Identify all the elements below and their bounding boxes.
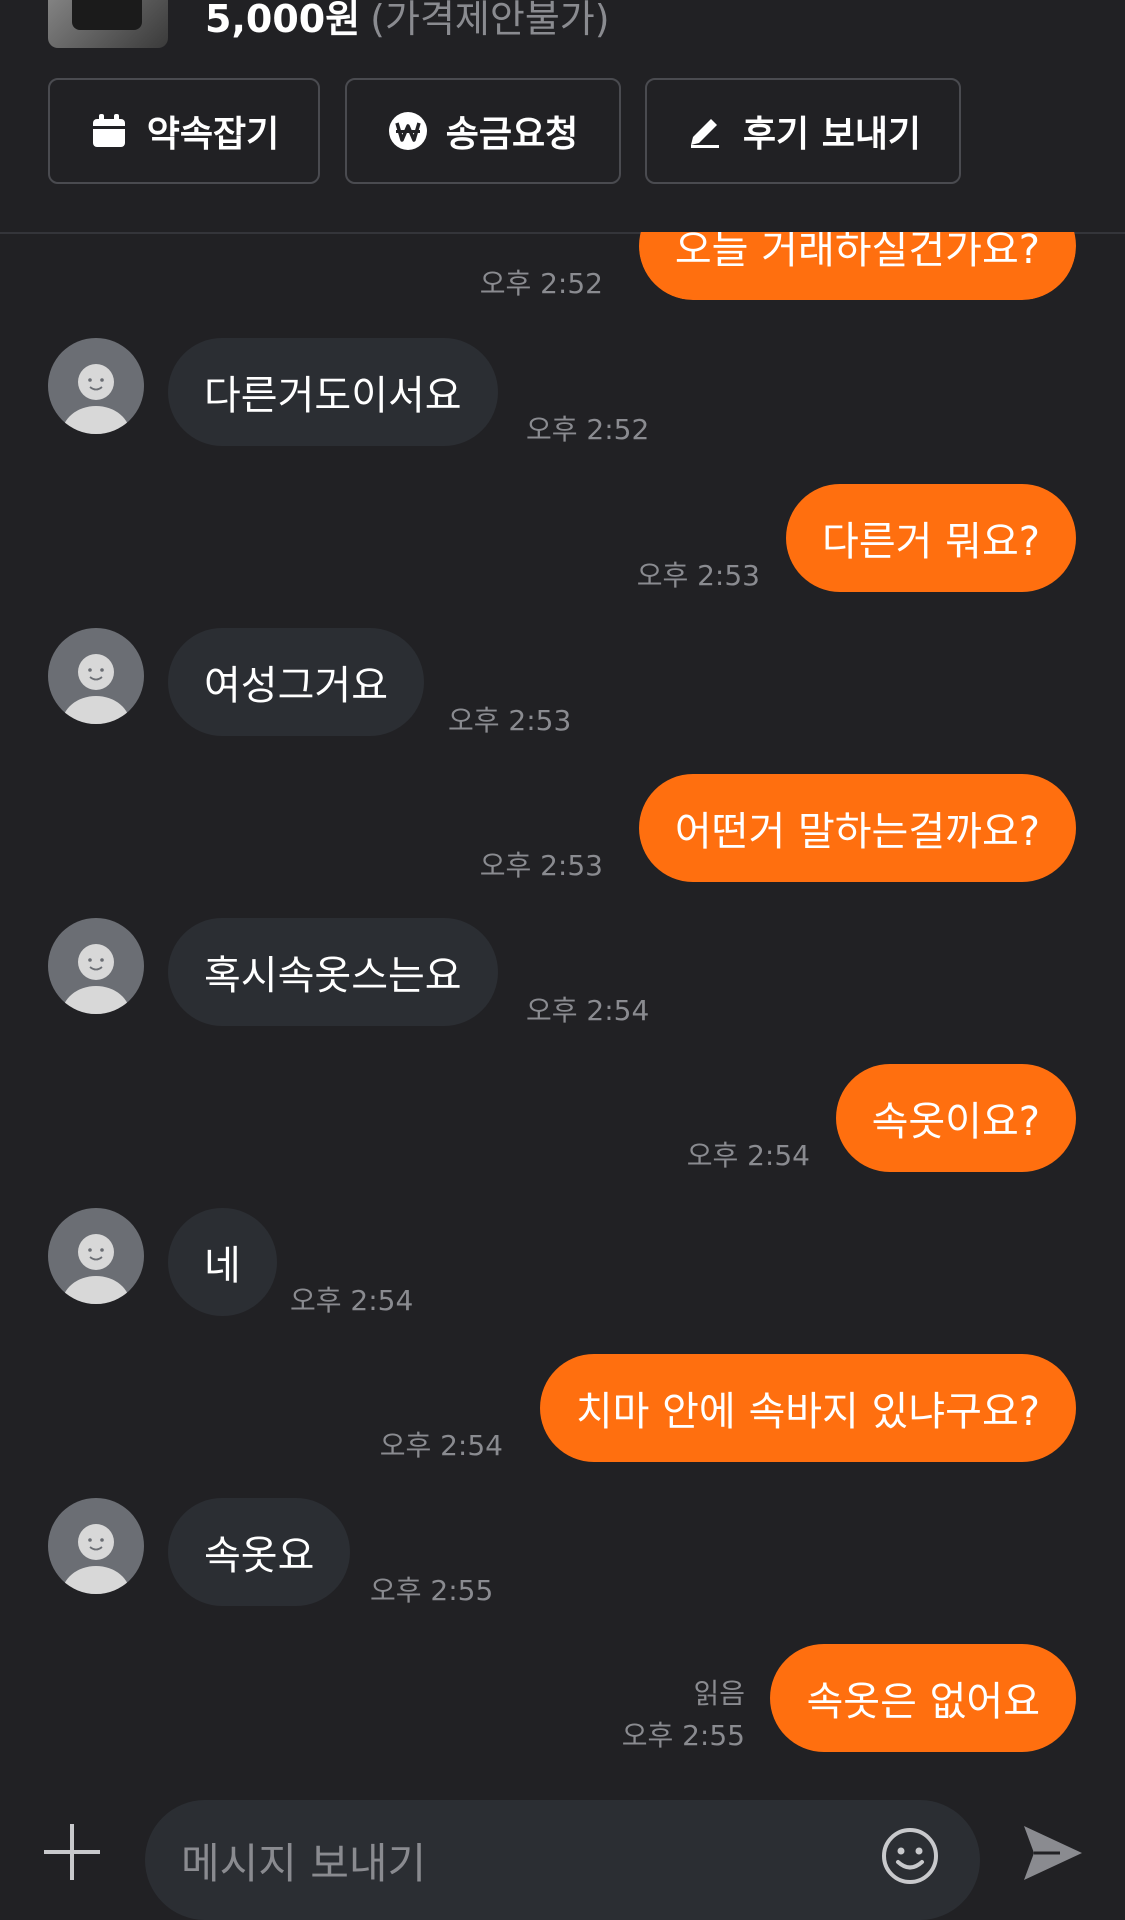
message-time: 오후 2:55 xyxy=(370,1574,494,1607)
message-time: 오후 2:53 xyxy=(479,849,603,882)
message-incoming: 속옷요 xyxy=(168,1498,351,1606)
send-review-button[interactable]: 후기 보내기 xyxy=(645,78,961,184)
avatar-icon[interactable] xyxy=(48,628,144,724)
chat-header: 5,000원 (가격제안불가) 약속잡기 송금요청 후기 보내기 xyxy=(0,0,1125,234)
send-icon[interactable] xyxy=(1020,1820,1086,1886)
message-outgoing: 속옷은 없어요 xyxy=(770,1644,1076,1752)
message-text: 속옷은 없어요 xyxy=(806,1679,1040,1725)
won-icon xyxy=(388,112,427,150)
pencil-icon xyxy=(690,119,719,148)
message-incoming: 네 xyxy=(168,1208,277,1316)
message-time: 오후 2:54 xyxy=(379,1429,503,1462)
message-time: 오후 2:55 xyxy=(621,1719,745,1752)
message-input-placeholder: 메시지 보내기 xyxy=(181,1838,427,1888)
avatar-icon[interactable] xyxy=(48,338,144,434)
message-incoming: 다른거도이서요 xyxy=(168,338,498,446)
message-incoming: 혹시속옷스는요 xyxy=(168,918,498,1026)
send-review-label: 후기 보내기 xyxy=(742,114,922,155)
message-text: 혹시속옷스는요 xyxy=(204,953,462,999)
message-outgoing: 다른거 뭐요? xyxy=(786,484,1076,592)
appointment-label: 약속잡기 xyxy=(146,114,280,155)
appointment-button[interactable]: 약속잡기 xyxy=(48,78,320,184)
avatar-icon xyxy=(62,1234,130,1304)
product-price-row: 5,000원 (가격제안불가) xyxy=(205,0,610,43)
message-text: 다른거도이서요 xyxy=(204,373,462,419)
message-time: 오후 2:53 xyxy=(448,704,572,737)
message-time: 오후 2:53 xyxy=(636,559,760,592)
emoji-icon[interactable] xyxy=(880,1826,940,1886)
read-receipt: 읽음 xyxy=(693,1677,745,1710)
plus-icon[interactable] xyxy=(40,1820,104,1884)
avatar-icon[interactable] xyxy=(48,1498,144,1594)
message-text: 치마 안에 속바지 있냐구요? xyxy=(575,1389,1040,1435)
payment-request-button[interactable]: 송금요청 xyxy=(345,78,621,184)
message-text: 다른거 뭐요? xyxy=(822,519,1040,565)
product-thumbnail[interactable] xyxy=(48,0,168,48)
message-text: 속옷이요? xyxy=(871,1099,1040,1145)
message-text: 여성그거요 xyxy=(204,663,388,709)
product-price: 5,000원 xyxy=(205,0,361,41)
message-time: 오후 2:54 xyxy=(290,1284,414,1317)
message-time: 오후 2:52 xyxy=(526,413,650,446)
avatar-icon[interactable] xyxy=(48,1208,144,1304)
message-text: 속옷요 xyxy=(204,1533,315,1579)
avatar-icon xyxy=(62,1524,130,1594)
message-time: 오후 2:52 xyxy=(479,267,603,300)
message-outgoing: 속옷이요? xyxy=(835,1064,1076,1172)
avatar-icon xyxy=(62,364,130,434)
avatar-icon[interactable] xyxy=(48,918,144,1014)
calendar-icon xyxy=(92,114,125,147)
message-outgoing: 어떤거 말하는걸까요? xyxy=(638,774,1076,882)
payment-request-label: 송금요청 xyxy=(445,114,579,155)
message-input-bar: 메시지 보내기 xyxy=(0,1790,1125,1920)
message-incoming: 여성그거요 xyxy=(168,628,424,736)
message-text: 어떤거 말하는걸까요? xyxy=(674,809,1040,855)
avatar-icon xyxy=(62,654,130,724)
message-text: 네 xyxy=(204,1243,241,1289)
message-outgoing: 치마 안에 속바지 있냐구요? xyxy=(539,1354,1076,1462)
message-input[interactable]: 메시지 보내기 xyxy=(145,1800,980,1920)
avatar-icon xyxy=(62,944,130,1014)
price-note: (가격제안불가) xyxy=(370,0,610,41)
message-time: 오후 2:54 xyxy=(526,994,650,1027)
message-time: 오후 2:54 xyxy=(686,1139,810,1172)
